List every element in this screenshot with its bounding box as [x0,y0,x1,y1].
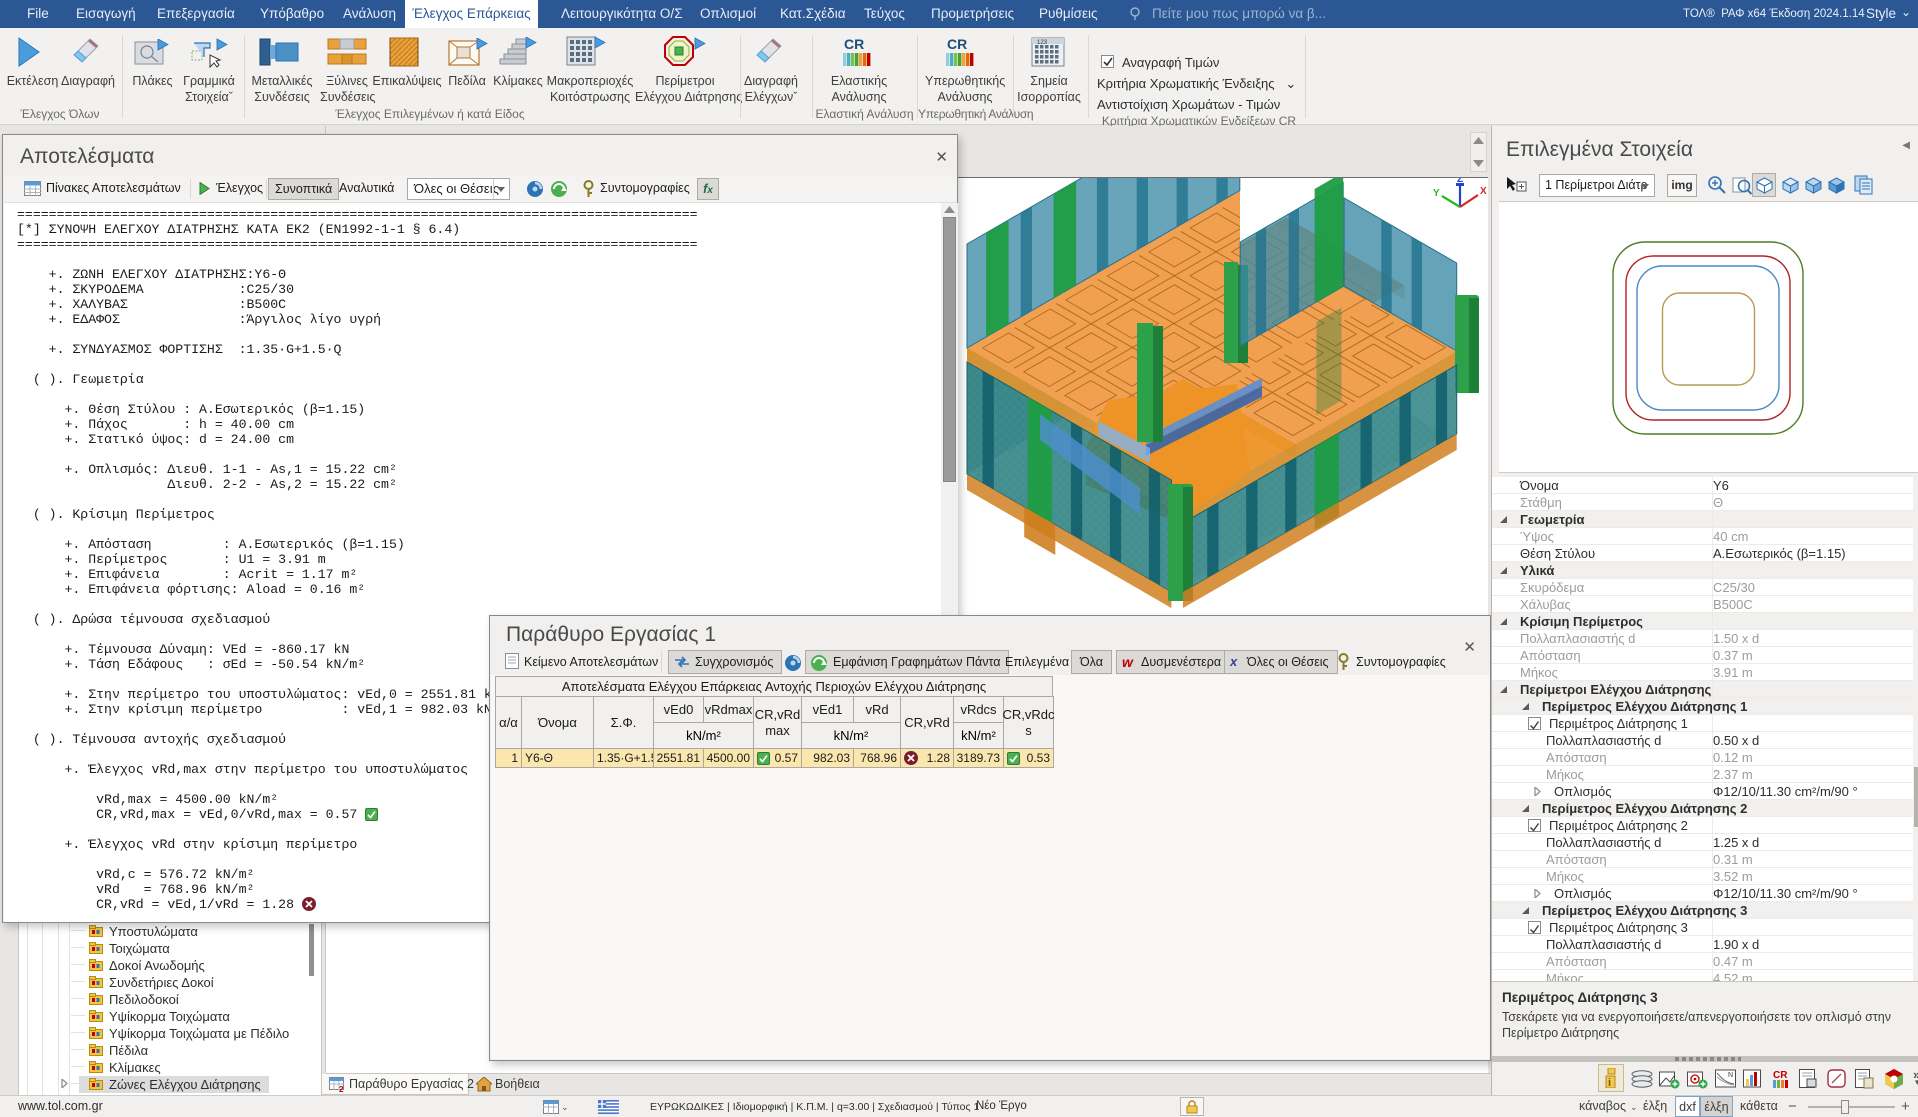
svg-text:2: 2 [339,1085,344,1092]
svg-text:CR: CR [1773,1070,1788,1081]
svg-text:CR: CR [844,36,864,52]
svg-text:X: X [1480,186,1487,197]
svg-text:Z: Z [1457,178,1463,185]
svg-text:Y: Y [1433,188,1440,199]
svg-text:i: i [1608,1077,1611,1088]
svg-text:N: N [1728,1072,1733,1079]
svg-text:CR: CR [947,36,967,52]
